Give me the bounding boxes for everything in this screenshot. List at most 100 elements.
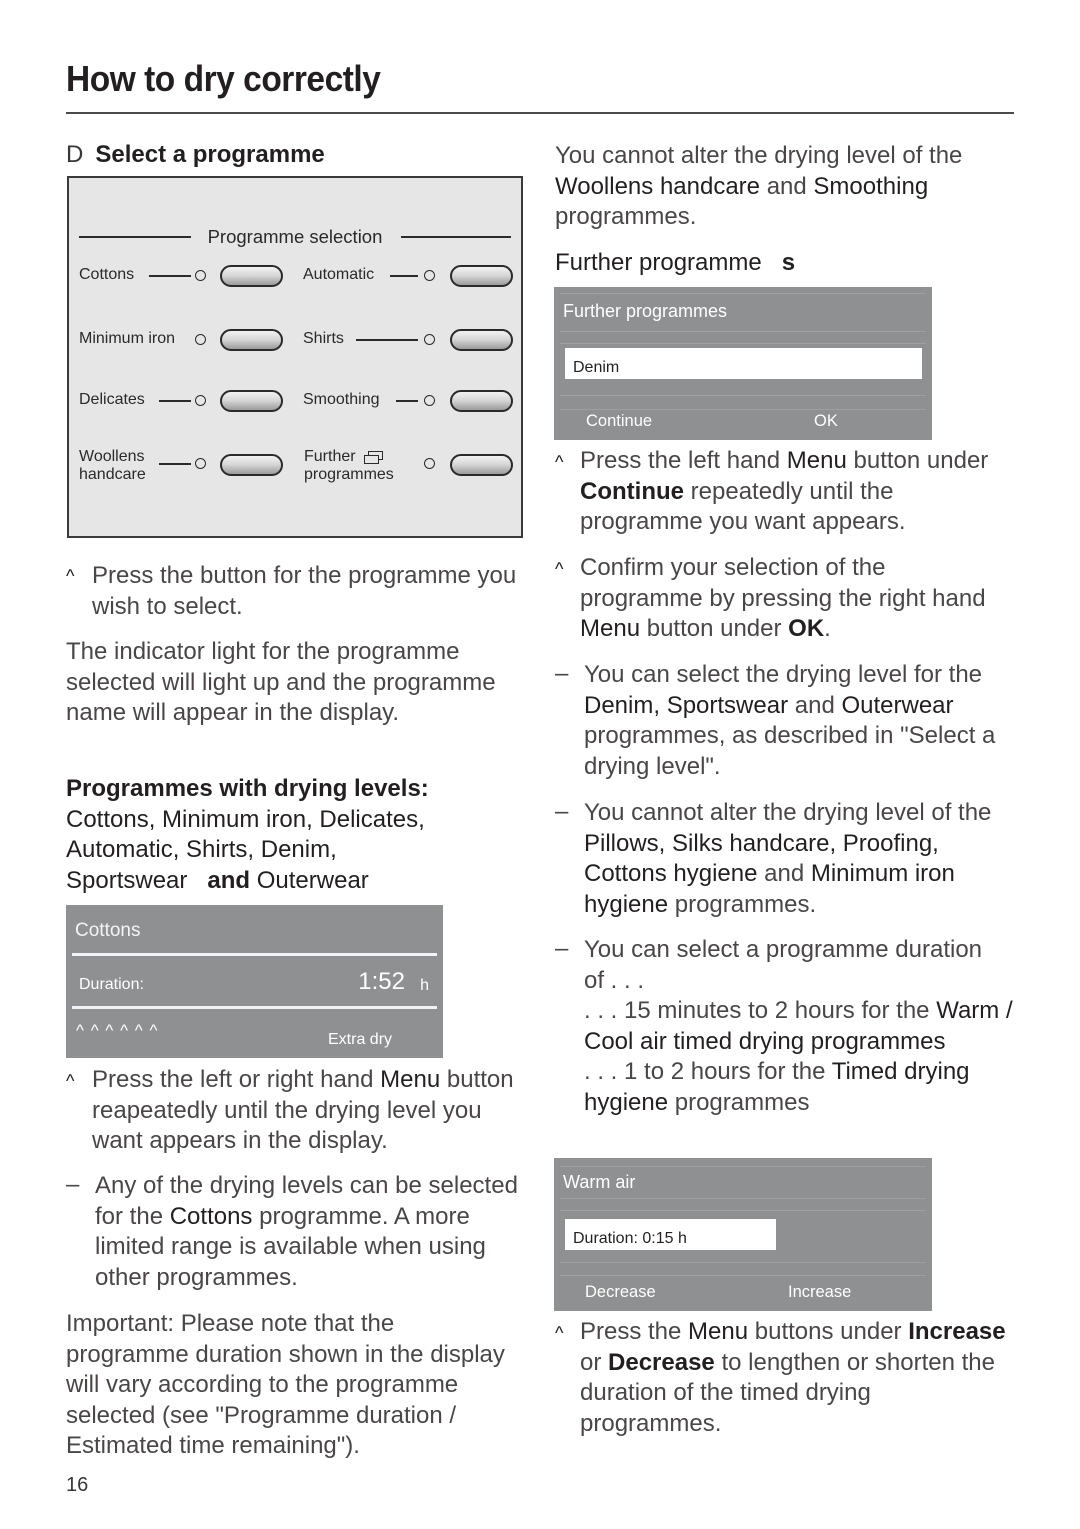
programme-button-delicates[interactable] [220, 390, 283, 412]
text: and [760, 172, 814, 200]
display-divider [72, 953, 437, 956]
display-increase-button-label[interactable]: Increase [788, 1283, 851, 1302]
decrease-term: Decrease [608, 1348, 715, 1376]
note-drying-levels-cottons: Any of the drying levels can be selected… [95, 1171, 525, 1293]
panel-heading: Programme selection [79, 226, 511, 252]
indicator-light-cottons [195, 270, 206, 281]
display-title: Warm air [563, 1172, 636, 1192]
note-selectable-levels: You can select the drying level for the … [584, 660, 1019, 782]
text: button under [846, 447, 989, 474]
programme-button-shirts[interactable] [450, 329, 513, 351]
dash-icon: – [555, 798, 569, 825]
programme-label-automatic: Automatic [303, 266, 375, 283]
connector-line [159, 400, 191, 402]
page-title: How to dry correctly [66, 58, 381, 99]
menu-term: Menu [380, 1066, 441, 1093]
multi-page-icon [363, 450, 383, 464]
programme-button-automatic[interactable] [450, 265, 513, 287]
menu-term: Menu [688, 1318, 749, 1345]
display-title: Further programmes [563, 301, 728, 321]
programme-term: Woollens handcare [555, 172, 761, 200]
programme-label-woollens-handcare: Woollens handcare [79, 448, 146, 484]
display-gridline [560, 395, 926, 396]
bullet-icon: ^ [555, 1323, 564, 1343]
programme-button-minimum-iron[interactable] [220, 329, 283, 351]
connector-line [159, 463, 191, 465]
note-fixed-levels: You cannot alter the drying level of the… [584, 798, 1009, 920]
drying-levels-block: Programmes with drying levels: Cottons, … [66, 774, 526, 896]
bullet-icon: ^ [555, 559, 564, 579]
drying-levels-item: Outerwear [256, 866, 369, 894]
display-duration-label: Duration: [79, 976, 144, 993]
display-gridline [560, 1262, 926, 1263]
paragraph-indicator-light: The indicator light for the programme se… [66, 638, 496, 727]
paragraph-cannot-alter: You cannot alter the drying level of the… [555, 141, 1015, 233]
connector-line [390, 275, 418, 277]
display-programme-name: Cottons [75, 920, 141, 941]
text: Confirm your selection of the programme … [580, 554, 986, 612]
further-programmes-heading: Further programme s [555, 248, 795, 279]
text: or [580, 1348, 609, 1376]
text: buttons under [748, 1318, 909, 1345]
label-line: Woollens [79, 448, 145, 465]
note-duration-ranges: You can select a programme duration of .… [584, 935, 1019, 1119]
indicator-light-woollens-handcare [195, 458, 206, 469]
dash-icon: – [555, 660, 569, 687]
programme-term: Outerwear [841, 691, 954, 719]
heading-suffix: s [781, 249, 796, 276]
drying-levels-and: and [207, 866, 251, 894]
duration-field: Duration: 0:15 h [565, 1219, 776, 1250]
programme-button-smoothing[interactable] [450, 390, 513, 412]
indicator-light-smoothing [424, 395, 435, 406]
bullet-icon: ^ [66, 1071, 75, 1091]
step-heading: D Select a programme [66, 141, 325, 169]
programme-label-cottons: Cottons [79, 266, 135, 283]
text: and [788, 691, 842, 719]
indicator-light-minimum-iron [195, 334, 206, 345]
text: programmes, as described in "Select a dr… [584, 722, 996, 780]
text: programmes. [555, 203, 697, 231]
menu-term: Menu [786, 447, 847, 474]
panel-heading-label: Programme selection [203, 226, 387, 247]
programme-button-further-programmes[interactable] [450, 454, 513, 476]
display-gridline [560, 1210, 926, 1211]
programme-button-cottons[interactable] [220, 265, 283, 287]
drying-level-indicators: ^ ^ ^ ^ ^ ^ [76, 1021, 159, 1040]
display-ok-button-label[interactable]: OK [814, 412, 838, 431]
display-continue-button-label[interactable]: Continue [586, 412, 652, 431]
programme-label-further-programmes: Further programmes [304, 448, 394, 484]
step-letter: D [66, 141, 84, 168]
programme-label-minimum-iron: Minimum iron [79, 330, 176, 347]
display-cottons: Cottons Duration: 1:52 h ^ ^ ^ ^ ^ ^ Ext… [66, 905, 443, 1058]
indicator-light-automatic [424, 270, 435, 281]
text: You can select the drying level for the [584, 661, 983, 688]
heading-text: Further programme [555, 249, 762, 276]
text: programmes [668, 1088, 810, 1116]
label-line: Further [304, 448, 356, 465]
display-gridline [560, 343, 926, 344]
ok-term: OK [788, 615, 825, 643]
label-line: handcare [79, 466, 146, 483]
drying-levels-line: Cottons, Minimum iron, Delicates, [66, 805, 425, 833]
drying-levels-heading: Programmes with drying levels: [66, 775, 429, 802]
text: . . . 15 minutes to 2 hours for the [584, 997, 937, 1025]
text: . [824, 615, 831, 643]
display-gridline [560, 293, 926, 294]
text: . . . 1 to 2 hours for the [584, 1058, 832, 1086]
text: You cannot alter the drying level of the [555, 142, 963, 169]
display-gridline [560, 1166, 926, 1167]
text: button under [640, 615, 789, 643]
display-drying-level-name: Extra dry [328, 1031, 393, 1048]
important-note: Important: Please note that the programm… [66, 1310, 505, 1460]
text: and [757, 860, 811, 888]
indicator-light-delicates [195, 395, 206, 406]
display-gridline [560, 1275, 926, 1276]
bullet-icon: ^ [555, 452, 564, 472]
display-decrease-button-label[interactable]: Decrease [585, 1283, 656, 1302]
display-divider [72, 1006, 437, 1009]
drying-levels-line: Automatic, Shirts, Denim, [66, 836, 337, 864]
connector-line [396, 400, 418, 402]
programme-term: Smoothing [813, 172, 929, 200]
display-gridline [560, 331, 926, 332]
programme-button-woollens-handcare[interactable] [220, 454, 283, 476]
